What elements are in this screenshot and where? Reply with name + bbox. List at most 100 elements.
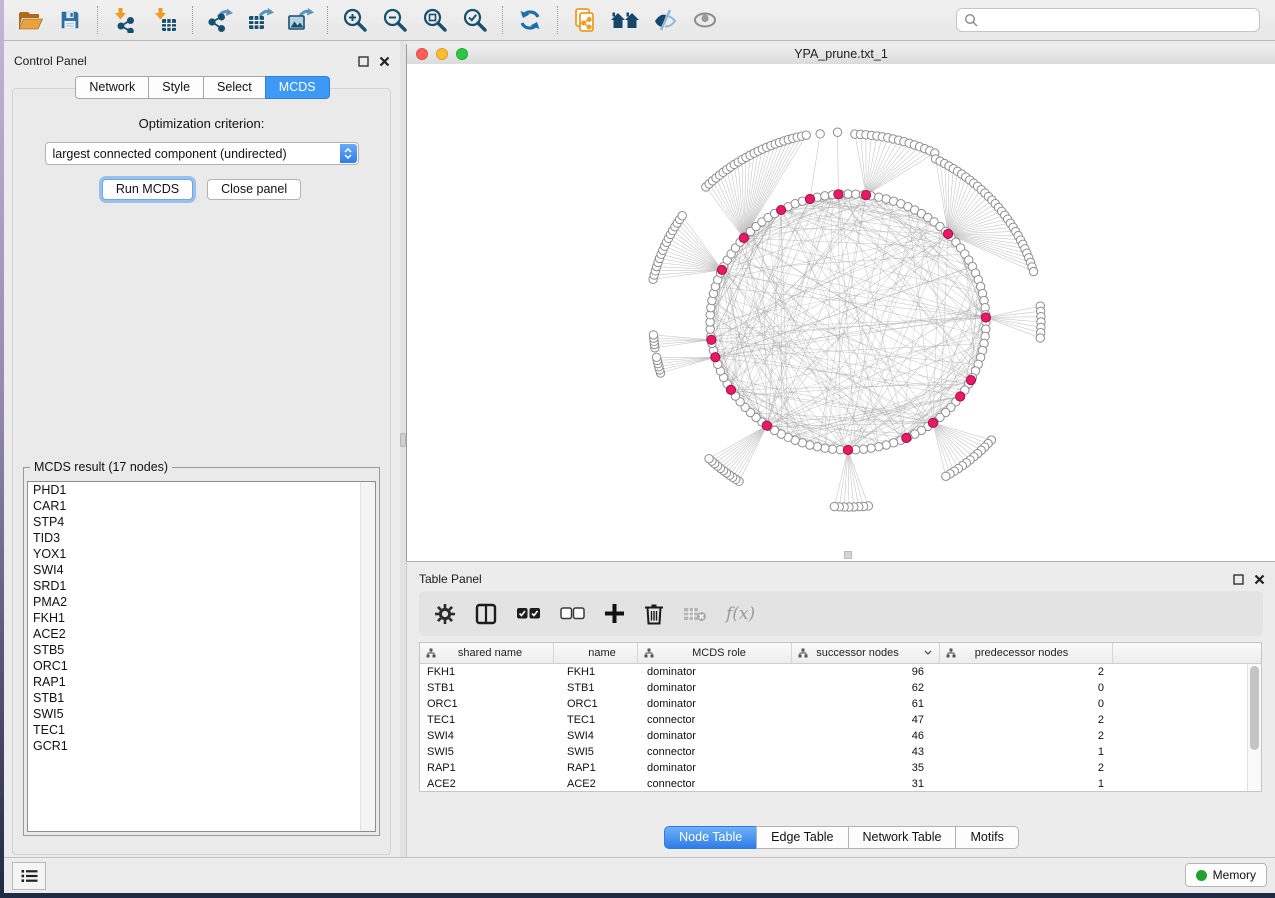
table-row[interactable]: ORC1ORC1dominator610 bbox=[420, 696, 1261, 712]
network-leaf-node[interactable] bbox=[1036, 334, 1044, 342]
export-network-icon[interactable] bbox=[200, 3, 240, 37]
export-table-icon[interactable] bbox=[240, 3, 280, 37]
mcds-node[interactable] bbox=[707, 335, 716, 344]
run-mcds-button[interactable]: Run MCDS bbox=[102, 179, 193, 200]
table-cell[interactable]: STB1 bbox=[420, 682, 554, 694]
mcds-node[interactable] bbox=[902, 433, 911, 442]
network-scroll-grip[interactable] bbox=[844, 551, 852, 559]
search-box[interactable] bbox=[956, 8, 1260, 32]
hide-graphics-details-icon[interactable] bbox=[645, 3, 685, 37]
table-row[interactable]: SWI5SWI5connector431 bbox=[420, 744, 1261, 760]
network-leaf-node[interactable] bbox=[1029, 267, 1037, 275]
criterion-select[interactable]: largest connected component (undirected) bbox=[45, 142, 359, 165]
network-node[interactable] bbox=[844, 190, 852, 198]
settings-gear-icon[interactable] bbox=[434, 603, 456, 625]
network-canvas[interactable] bbox=[406, 64, 1275, 561]
table-cell[interactable]: 0 bbox=[940, 682, 1113, 694]
mcds-node[interactable] bbox=[726, 385, 735, 394]
close-table-panel-icon[interactable] bbox=[1254, 574, 1265, 585]
table-row[interactable]: STB1STB1dominator620 bbox=[420, 680, 1261, 696]
mcds-node[interactable] bbox=[834, 190, 843, 199]
table-cell[interactable]: ORC1 bbox=[420, 698, 554, 710]
tab-mcds[interactable]: MCDS bbox=[265, 76, 330, 99]
zoom-selected-icon[interactable] bbox=[455, 3, 495, 37]
network-leaf-node[interactable] bbox=[705, 454, 713, 462]
column-header-predecessor-nodes[interactable]: predecessor nodes bbox=[940, 643, 1113, 663]
network-leaf-node[interactable] bbox=[816, 130, 824, 138]
table-cell[interactable]: 43 bbox=[792, 746, 940, 758]
table-cell[interactable]: 46 bbox=[792, 730, 940, 742]
tab-node-table[interactable]: Node Table bbox=[664, 826, 757, 849]
table-cell[interactable]: ORC1 bbox=[554, 698, 638, 710]
network-node[interactable] bbox=[828, 445, 836, 453]
table-cell[interactable]: SWI4 bbox=[554, 730, 638, 742]
mcds-result-node[interactable]: GCR1 bbox=[28, 738, 375, 754]
table-row[interactable]: FKH1FKH1dominator962 bbox=[420, 664, 1261, 680]
mcds-node[interactable] bbox=[944, 229, 953, 238]
column-header-successor-nodes[interactable]: successor nodes bbox=[792, 643, 940, 663]
mcds-node[interactable] bbox=[956, 392, 965, 401]
network-leaf-node[interactable] bbox=[833, 128, 841, 136]
network-from-clipboard-icon[interactable] bbox=[565, 3, 605, 37]
network-node[interactable] bbox=[852, 190, 860, 198]
table-cell[interactable]: 96 bbox=[792, 666, 940, 678]
table-cell[interactable]: connector bbox=[638, 746, 792, 758]
network-leaf-node[interactable] bbox=[830, 502, 838, 510]
show-columns-icon[interactable] bbox=[475, 603, 497, 625]
table-cell[interactable]: dominator bbox=[638, 682, 792, 694]
table-cell[interactable]: dominator bbox=[638, 698, 792, 710]
table-cell[interactable]: RAP1 bbox=[420, 762, 554, 774]
column-header-name[interactable]: name bbox=[554, 643, 638, 663]
network-window-titlebar[interactable]: YPA_prune.txt_1 bbox=[406, 44, 1275, 65]
mcds-result-node[interactable]: CAR1 bbox=[28, 498, 375, 514]
deselect-all-icon[interactable] bbox=[560, 607, 585, 621]
zoom-in-icon[interactable] bbox=[335, 3, 375, 37]
mcds-result-node[interactable]: SRD1 bbox=[28, 578, 375, 594]
float-panel-icon[interactable] bbox=[358, 56, 369, 67]
table-cell[interactable]: 61 bbox=[792, 698, 940, 710]
table-cell[interactable]: ACE2 bbox=[554, 778, 638, 790]
table-cell[interactable]: connector bbox=[638, 714, 792, 726]
network-leaf-node[interactable] bbox=[649, 331, 657, 339]
table-scrollbar-thumb[interactable] bbox=[1250, 666, 1259, 750]
table-cell[interactable]: dominator bbox=[638, 762, 792, 774]
zoom-fit-icon[interactable] bbox=[415, 3, 455, 37]
mcds-node[interactable] bbox=[981, 313, 990, 322]
column-header-mcds-role[interactable]: MCDS role bbox=[638, 643, 792, 663]
table-cell[interactable]: 1 bbox=[940, 778, 1113, 790]
table-cell[interactable]: 35 bbox=[792, 762, 940, 774]
mcds-node[interactable] bbox=[717, 265, 726, 274]
mcds-node[interactable] bbox=[711, 353, 720, 362]
table-row[interactable]: RAP1RAP1dominator352 bbox=[420, 760, 1261, 776]
table-cell[interactable]: TEC1 bbox=[554, 714, 638, 726]
close-panel-icon[interactable] bbox=[379, 56, 390, 67]
table-cell[interactable]: 0 bbox=[940, 698, 1113, 710]
table-cell[interactable]: SWI5 bbox=[554, 746, 638, 758]
table-cell[interactable]: SWI5 bbox=[420, 746, 554, 758]
mcds-result-node[interactable]: PMA2 bbox=[28, 594, 375, 610]
network-node[interactable] bbox=[821, 192, 829, 200]
mcds-result-node[interactable]: STP4 bbox=[28, 514, 375, 530]
table-cell[interactable]: 1 bbox=[940, 746, 1113, 758]
add-row-icon[interactable] bbox=[604, 603, 625, 624]
mcds-result-node[interactable]: FKH1 bbox=[28, 610, 375, 626]
table-cell[interactable]: RAP1 bbox=[554, 762, 638, 774]
table-cell[interactable]: dominator bbox=[638, 666, 792, 678]
table-cell[interactable]: 2 bbox=[940, 730, 1113, 742]
table-cell[interactable]: FKH1 bbox=[420, 666, 554, 678]
tab-style[interactable]: Style bbox=[148, 76, 204, 99]
network-node[interactable] bbox=[859, 445, 867, 453]
column-header-shared-name[interactable]: shared name bbox=[420, 643, 554, 663]
mcds-result-node[interactable]: RAP1 bbox=[28, 674, 375, 690]
table-cell[interactable]: 31 bbox=[792, 778, 940, 790]
mcds-node[interactable] bbox=[966, 376, 975, 385]
search-input[interactable] bbox=[979, 12, 1252, 28]
mcds-result-node[interactable]: TID3 bbox=[28, 530, 375, 546]
table-cell[interactable]: 62 bbox=[792, 682, 940, 694]
import-table-icon[interactable] bbox=[145, 3, 185, 37]
open-session-icon[interactable] bbox=[10, 3, 50, 37]
mcds-node[interactable] bbox=[843, 445, 852, 454]
tab-motifs[interactable]: Motifs bbox=[955, 826, 1018, 849]
table-cell[interactable]: connector bbox=[638, 778, 792, 790]
table-row[interactable]: SWI4SWI4dominator462 bbox=[420, 728, 1261, 744]
